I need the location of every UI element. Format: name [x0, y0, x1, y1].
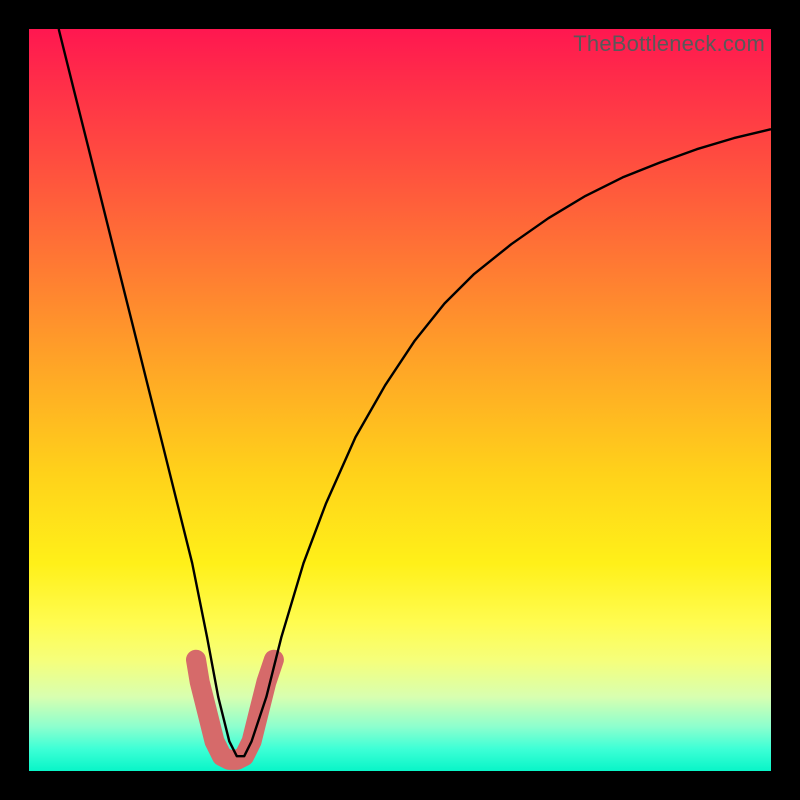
watermark-text: TheBottleneck.com — [573, 31, 765, 57]
chart-frame: TheBottleneck.com — [29, 29, 771, 771]
bottleneck-curve — [59, 29, 771, 756]
chart-svg — [29, 29, 771, 771]
